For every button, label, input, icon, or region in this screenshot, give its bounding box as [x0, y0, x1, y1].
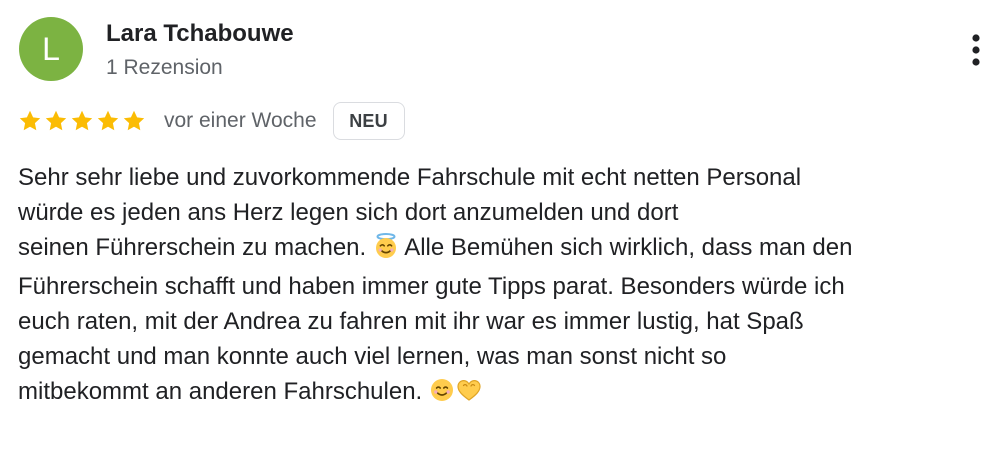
avatar[interactable]: L [19, 17, 83, 81]
heart-hands-icon [455, 377, 483, 413]
new-badge: NEU [332, 102, 405, 140]
review-text-line: mitbekommt an anderen Fahrschulen. [18, 374, 990, 413]
review-text-line: Führerschein schafft und haben immer gut… [18, 273, 845, 300]
star-icon [19, 110, 41, 131]
review-text-segment: Alle Bemühen sich wirklich, dass man den [404, 234, 853, 261]
review-text-line: seinen Führerschein zu machen. Alle Bemü… [18, 230, 990, 269]
rating-row: vor einer Woche NEU [18, 100, 405, 142]
review-text-segment: mitbekommt an anderen Fahrschulen. [18, 378, 423, 405]
review-text: Sehr sehr liebe und zuvorkommende Fahrsc… [18, 160, 990, 413]
star-icon [45, 110, 67, 131]
review-card: L Lara Tchabouwe 1 Rezension vor einer W… [0, 0, 1008, 458]
review-text-segment: seinen Führerschein zu machen. [18, 234, 367, 261]
review-text-line: Sehr sehr liebe und zuvorkommende Fahrsc… [18, 164, 802, 191]
star-icon [123, 110, 145, 131]
review-text-line: würde es jeden ans Herz legen sich dort … [18, 199, 679, 226]
author-name[interactable]: Lara Tchabouwe [106, 20, 294, 48]
review-date: vor einer Woche [164, 109, 317, 132]
more-options-button[interactable] [960, 30, 992, 70]
review-text-line: euch raten, mit der Andrea zu fahren mit… [18, 308, 804, 335]
author-review-count: 1 Rezension [106, 56, 223, 79]
smiling-face-with-halo-icon [373, 233, 399, 269]
smiling-face-icon [429, 377, 455, 413]
star-rating [18, 109, 146, 133]
star-icon [97, 110, 119, 131]
review-text-line: gemacht und man konnte auch viel lernen,… [18, 343, 727, 370]
avatar-initial: L [42, 31, 60, 67]
star-icon [71, 110, 93, 131]
more-vert-icon [972, 34, 980, 66]
